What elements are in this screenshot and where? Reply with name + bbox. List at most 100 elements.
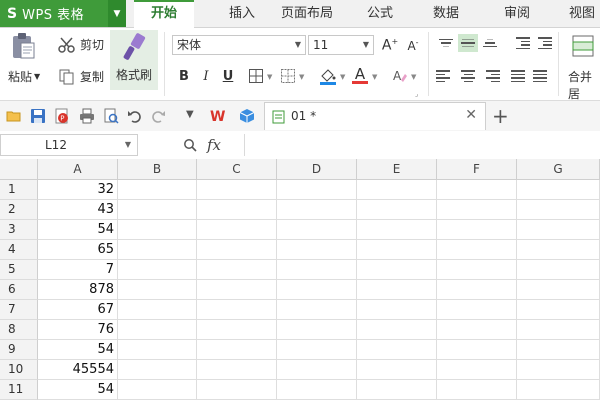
column-header-b[interactable]: B (118, 159, 197, 180)
merge-center-button[interactable]: 合并居 (568, 68, 600, 102)
table-cell[interactable] (118, 180, 197, 200)
table-cell[interactable] (118, 300, 197, 320)
merge-icon[interactable] (572, 34, 594, 58)
table-cell[interactable] (118, 340, 197, 360)
table-cell[interactable]: 65 (38, 240, 118, 260)
tab-data[interactable]: 数据 (426, 0, 466, 27)
table-cell[interactable]: 7 (38, 260, 118, 280)
table-cell[interactable]: 67 (38, 300, 118, 320)
table-cell[interactable] (197, 200, 277, 220)
justify-button[interactable] (508, 67, 528, 85)
table-cell[interactable] (437, 340, 517, 360)
clear-format-dropdown-icon[interactable]: ▼ (411, 73, 416, 81)
table-cell[interactable] (437, 360, 517, 380)
increase-indent-button[interactable] (532, 34, 552, 52)
column-header-d[interactable]: D (277, 159, 357, 180)
table-cell[interactable] (517, 300, 600, 320)
table-cell[interactable] (197, 300, 277, 320)
table-cell[interactable] (437, 280, 517, 300)
font-color-dropdown-icon[interactable]: ▼ (372, 73, 377, 81)
table-cell[interactable] (357, 200, 437, 220)
customize-toolbar-dropdown-icon[interactable]: ▼ (186, 109, 194, 120)
table-cell[interactable] (277, 200, 357, 220)
table-cell[interactable] (277, 220, 357, 240)
table-cell[interactable] (118, 220, 197, 240)
table-cell[interactable] (277, 320, 357, 340)
table-cell[interactable] (277, 260, 357, 280)
font-size-select[interactable]: 11 ▼ (308, 35, 374, 55)
table-cell[interactable] (517, 380, 600, 400)
table-cell[interactable] (357, 360, 437, 380)
row-header[interactable]: 3 (0, 220, 38, 240)
table-cell[interactable] (517, 360, 600, 380)
table-cell[interactable] (197, 180, 277, 200)
table-cell[interactable] (197, 220, 277, 240)
row-header[interactable]: 10 (0, 360, 38, 380)
fill-color-dropdown-icon[interactable]: ▼ (340, 73, 345, 81)
new-tab-icon[interactable]: + (492, 104, 509, 128)
tab-page-layout[interactable]: 页面布局 (274, 0, 340, 27)
paste-label[interactable]: 粘贴 ▼ (8, 68, 40, 85)
table-cell[interactable] (277, 240, 357, 260)
table-cell[interactable]: 54 (38, 380, 118, 400)
table-cell[interactable] (437, 200, 517, 220)
table-cell[interactable] (357, 280, 437, 300)
borders-dropdown-icon[interactable]: ▼ (267, 73, 272, 81)
name-box[interactable]: L12 ▼ (0, 134, 138, 156)
open-folder-icon[interactable] (6, 108, 22, 124)
table-cell[interactable] (118, 200, 197, 220)
undo-icon[interactable] (127, 108, 143, 124)
table-cell[interactable] (197, 280, 277, 300)
align-right-button[interactable] (480, 67, 500, 85)
column-header-e[interactable]: E (357, 159, 437, 180)
table-cell[interactable] (197, 320, 277, 340)
table-cell[interactable] (437, 240, 517, 260)
row-header[interactable]: 11 (0, 380, 38, 400)
borders-button[interactable] (246, 66, 266, 86)
wps-w-logo-icon[interactable]: W (210, 108, 226, 124)
print-preview-icon[interactable] (103, 108, 119, 124)
table-cell[interactable] (118, 240, 197, 260)
table-cell[interactable] (277, 340, 357, 360)
table-cell[interactable] (118, 380, 197, 400)
row-header[interactable]: 7 (0, 300, 38, 320)
cube-icon[interactable] (239, 108, 255, 124)
table-cell[interactable] (517, 280, 600, 300)
italic-button[interactable]: I (196, 66, 216, 86)
table-cell[interactable]: 76 (38, 320, 118, 340)
table-cell[interactable] (277, 360, 357, 380)
table-cell[interactable] (118, 320, 197, 340)
table-cell[interactable] (517, 220, 600, 240)
insert-function-button[interactable]: fx (207, 136, 221, 154)
table-cell[interactable] (357, 320, 437, 340)
underline-button[interactable]: U (218, 66, 238, 86)
table-cell[interactable] (118, 280, 197, 300)
cut-button[interactable]: 剪切 (58, 36, 104, 53)
save-icon[interactable] (30, 108, 46, 124)
row-header[interactable]: 5 (0, 260, 38, 280)
table-cell[interactable]: 43 (38, 200, 118, 220)
select-all-corner[interactable] (0, 159, 38, 180)
redo-icon[interactable] (150, 108, 166, 124)
tab-view[interactable]: 视图 (562, 0, 600, 27)
table-cell[interactable] (517, 200, 600, 220)
align-bottom-button[interactable] (480, 34, 500, 52)
fill-pattern-button[interactable] (278, 66, 298, 86)
table-cell[interactable] (437, 320, 517, 340)
fill-color-button[interactable] (318, 66, 338, 86)
column-header-a[interactable]: A (38, 159, 118, 180)
table-cell[interactable] (197, 380, 277, 400)
table-cell[interactable]: 878 (38, 280, 118, 300)
table-cell[interactable] (437, 180, 517, 200)
table-cell[interactable] (277, 280, 357, 300)
clear-format-button[interactable]: A (390, 66, 410, 86)
table-cell[interactable] (517, 180, 600, 200)
align-center-button[interactable] (458, 67, 478, 85)
table-cell[interactable] (197, 240, 277, 260)
copy-button[interactable]: 复制 (58, 68, 104, 85)
decrease-indent-button[interactable] (510, 34, 530, 52)
close-icon[interactable]: ✕ (465, 107, 477, 123)
table-cell[interactable] (357, 380, 437, 400)
table-cell[interactable] (197, 340, 277, 360)
table-cell[interactable] (437, 220, 517, 240)
